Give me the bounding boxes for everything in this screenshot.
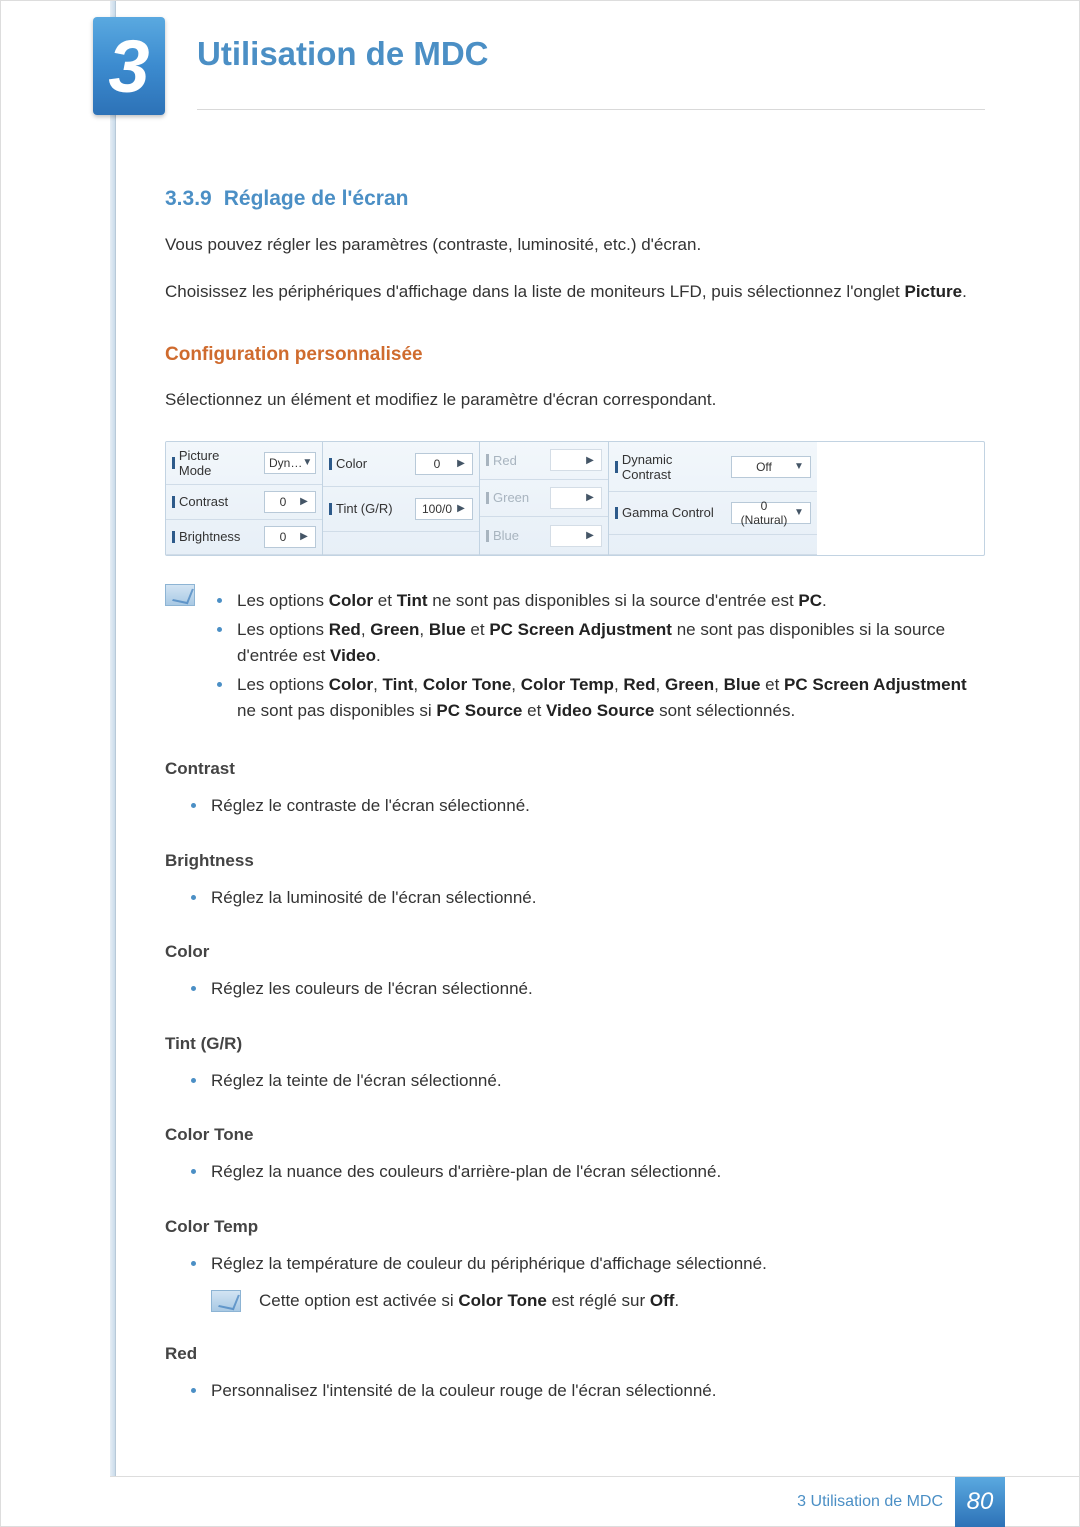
- chevron-right-icon: ▶: [583, 455, 597, 466]
- brightness-label: Brightness: [166, 520, 258, 555]
- header-divider: [197, 109, 985, 110]
- content-area: 3.3.9 Réglage de l'écran Vous pouvez régl…: [165, 187, 985, 1408]
- param-contrast-title: Contrast: [165, 759, 985, 779]
- param-color-title: Color: [165, 942, 985, 962]
- custom-heading: Configuration personnalisée: [165, 344, 985, 366]
- chevron-right-icon: ▶: [583, 492, 597, 503]
- param-tint-title: Tint (G/R): [165, 1034, 985, 1054]
- chevron-right-icon: ▶: [297, 531, 311, 542]
- intro-p1: Vous pouvez régler les paramètres (contr…: [165, 233, 985, 258]
- chevron-right-icon: ▶: [297, 496, 311, 507]
- panel-col-3: Red ▶ Green ▶ Blue ▶: [480, 442, 609, 555]
- chapter-badge: 3: [93, 17, 165, 115]
- section-heading: 3.3.9 Réglage de l'écran: [165, 187, 985, 211]
- panel-col-1: Picture Mode Dyn…▼ Contrast 0▶ Brightnes…: [166, 442, 323, 555]
- chapter-title: Utilisation de MDC: [197, 35, 489, 73]
- param-brightness-desc: Réglez la luminosité de l'écran sélectio…: [187, 885, 985, 911]
- param-contrast-desc: Réglez le contraste de l'écran sélection…: [187, 793, 985, 819]
- chapter-number: 3: [108, 24, 149, 109]
- param-colortemp-desc: Réglez la température de couleur du péri…: [187, 1251, 985, 1277]
- page-number-badge: 80: [955, 1477, 1005, 1527]
- intro-p2: Choisissez les périphériques d'affichage…: [165, 280, 985, 305]
- tint-control[interactable]: 100/0▶: [409, 487, 479, 532]
- note-list: Les options Color et Tint ne sont pas di…: [213, 584, 985, 728]
- chevron-down-icon: ▼: [302, 457, 312, 468]
- color-label: Color: [323, 442, 409, 487]
- chevron-right-icon: ▶: [454, 503, 468, 514]
- param-brightness-title: Brightness: [165, 851, 985, 871]
- param-colortemp-note: Cette option est activée si Color Tone e…: [211, 1290, 985, 1312]
- param-colortone-title: Color Tone: [165, 1125, 985, 1145]
- note-item: Les options Color et Tint ne sont pas di…: [213, 588, 985, 614]
- panel-col-2: Color 0▶ Tint (G/R) 100/0▶: [323, 442, 480, 555]
- note-block: Les options Color et Tint ne sont pas di…: [165, 584, 985, 728]
- red-control: ▶: [544, 442, 608, 480]
- green-label: Green: [480, 480, 544, 518]
- chevron-right-icon: ▶: [454, 458, 468, 469]
- green-control: ▶: [544, 480, 608, 518]
- side-rail: [110, 1, 116, 1476]
- blue-control: ▶: [544, 517, 608, 555]
- note-item: Les options Red, Green, Blue et PC Scree…: [213, 617, 985, 668]
- contrast-control[interactable]: 0▶: [258, 485, 322, 520]
- param-colortone-desc: Réglez la nuance des couleurs d'arrière-…: [187, 1159, 985, 1185]
- section-number: 3.3.9: [165, 187, 212, 210]
- note-item: Les options Color, Tint, Color Tone, Col…: [213, 672, 985, 723]
- picture-mode-label: Picture Mode: [166, 442, 258, 485]
- gamma-control-label: Gamma Control: [609, 492, 725, 534]
- param-tint-desc: Réglez la teinte de l'écran sélectionné.: [187, 1068, 985, 1094]
- param-colortemp-title: Color Temp: [165, 1217, 985, 1237]
- note-icon: [211, 1290, 241, 1312]
- footer-label: 3 Utilisation de MDC: [797, 1493, 943, 1511]
- gamma-control-control[interactable]: 0 (Natural)▼: [725, 492, 817, 534]
- note-icon: [165, 584, 195, 606]
- brightness-control[interactable]: 0▶: [258, 520, 322, 555]
- contrast-label: Contrast: [166, 485, 258, 520]
- panel-col-4: Dynamic Contrast Off▼ Gamma Control 0 (N…: [609, 442, 817, 555]
- color-control[interactable]: 0▶: [409, 442, 479, 487]
- dynamic-contrast-control[interactable]: Off▼: [725, 442, 817, 492]
- page: 3 Utilisation de MDC 3.3.9 Réglage de l'é…: [0, 0, 1080, 1527]
- param-red-desc: Personnalisez l'intensité de la couleur …: [187, 1378, 985, 1404]
- custom-desc: Sélectionnez un élément et modifiez le p…: [165, 388, 985, 413]
- section-title: Réglage de l'écran: [224, 187, 409, 210]
- settings-panel: Picture Mode Dyn…▼ Contrast 0▶ Brightnes…: [165, 441, 985, 556]
- chevron-down-icon: ▼: [792, 507, 806, 518]
- param-red-title: Red: [165, 1344, 985, 1364]
- dynamic-contrast-label: Dynamic Contrast: [609, 442, 725, 492]
- red-label: Red: [480, 442, 544, 480]
- page-number: 80: [967, 1488, 994, 1516]
- param-color-desc: Réglez les couleurs de l'écran sélection…: [187, 976, 985, 1002]
- chevron-down-icon: ▼: [792, 461, 806, 472]
- page-footer: 3 Utilisation de MDC 80: [110, 1476, 1079, 1526]
- tint-label: Tint (G/R): [323, 487, 409, 532]
- picture-mode-control[interactable]: Dyn…▼: [258, 442, 322, 485]
- blue-label: Blue: [480, 517, 544, 555]
- chevron-right-icon: ▶: [583, 530, 597, 541]
